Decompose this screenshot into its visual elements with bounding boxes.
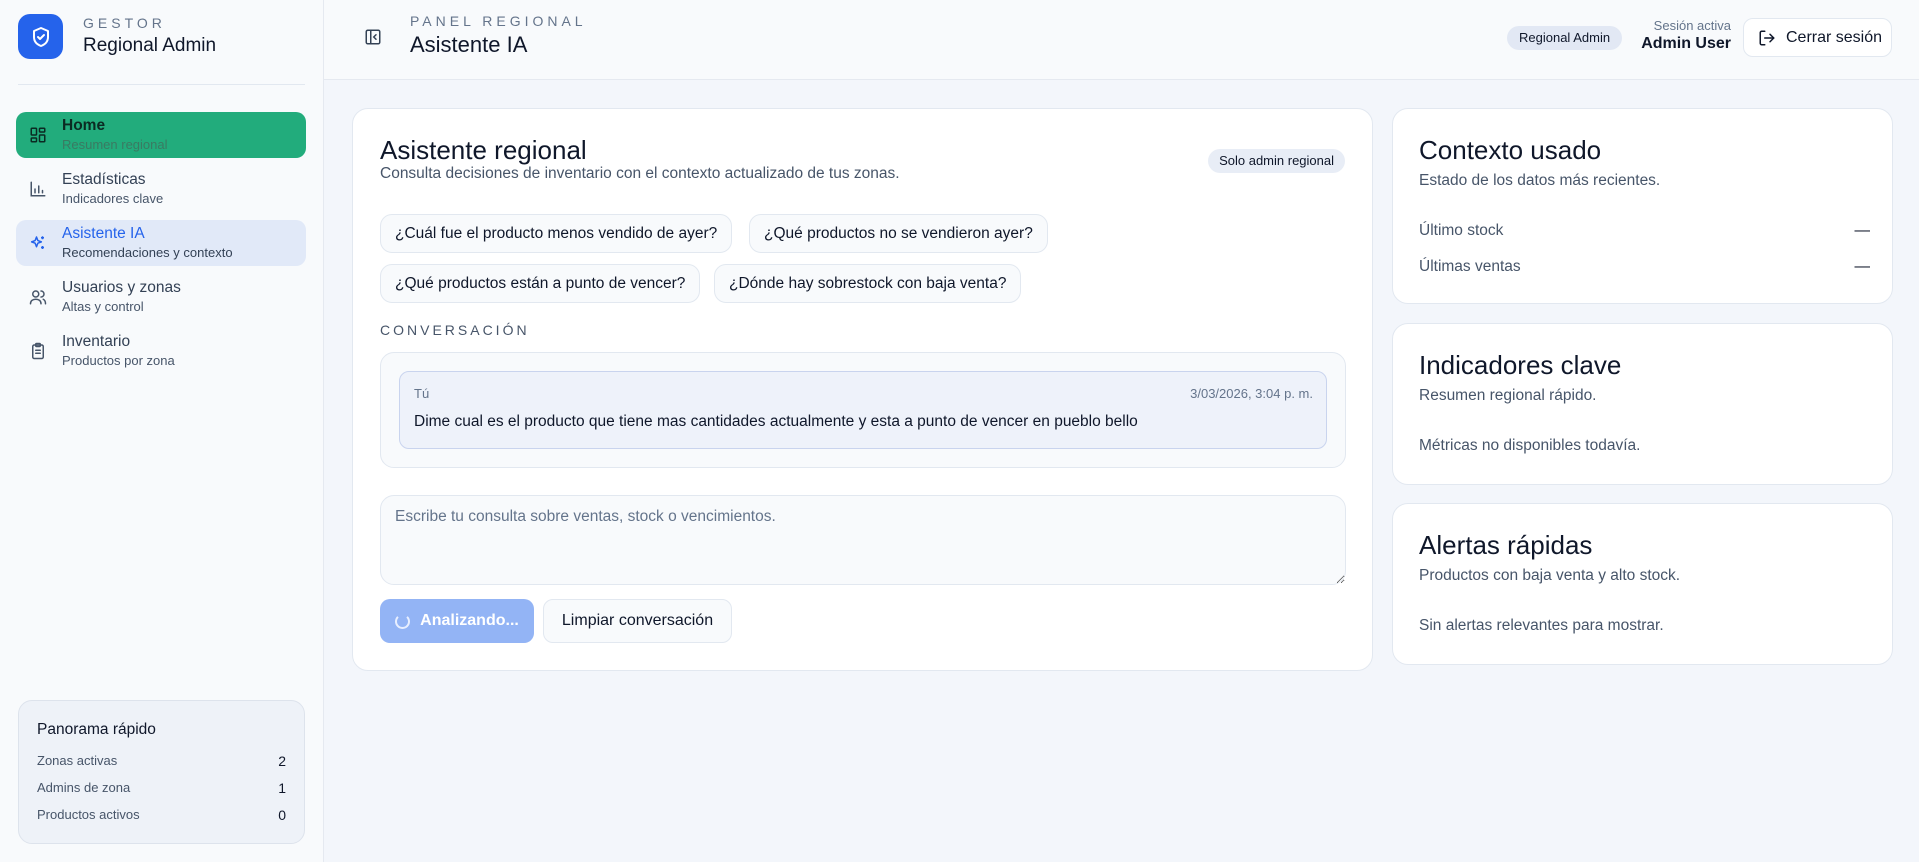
panorama-row: Admins de zona 1 [37, 780, 286, 807]
analyze-button[interactable]: Analizando... [380, 599, 534, 643]
context-card: Contexto usado Estado de los datos más r… [1392, 108, 1893, 304]
context-title: Contexto usado [1419, 135, 1602, 165]
shield-logo-icon [18, 14, 63, 59]
panorama-row: Zonas activas 2 [37, 753, 286, 780]
sidebar-item-subtitle: Recomendaciones y contexto [62, 245, 233, 260]
sidebar-item-title: Usuarios y zonas [62, 279, 181, 296]
indicators-subtitle: Resumen regional rápido. [1419, 387, 1597, 404]
sidebar-item-title: Inventario [62, 333, 131, 350]
session-label: Sesión activa [1653, 18, 1731, 33]
indicators-card: Indicadores clave Resumen regional rápid… [1392, 323, 1893, 485]
header-sup: PANEL REGIONAL [410, 13, 587, 29]
divider [18, 84, 305, 85]
suggestion-chip[interactable]: ¿Qué productos están a punto de vencer? [380, 264, 701, 303]
suggestion-chip[interactable]: ¿Dónde hay sobrestock con baja venta? [714, 264, 1022, 303]
sparkles-icon [30, 236, 44, 249]
sidebar-item-usuarios[interactable]: Usuarios y zonas Altas y control [16, 274, 306, 320]
alerts-subtitle: Productos con baja venta y alto stock. [1419, 567, 1681, 584]
logout-icon [1759, 30, 1775, 45]
context-value: — [1854, 258, 1871, 275]
panorama-value: 2 [278, 753, 286, 769]
clipboard-icon [32, 342, 44, 360]
suggestion-chip[interactable]: ¿Qué productos no se vendieron ayer? [749, 214, 1048, 253]
message-time: 3/03/2026, 3:04 p. m. [1190, 386, 1313, 401]
sidebar-item-title: Estadísticas [62, 171, 146, 188]
context-row: Último stock — [1419, 222, 1870, 240]
panorama-row: Productos activos 0 [37, 807, 286, 834]
sidebar-item-title: Asistente IA [62, 225, 145, 242]
sidebar-item-title: Home [62, 117, 106, 134]
alerts-note: Sin alertas relevantes para mostrar. [1419, 617, 1664, 634]
session-info: Sesión activa Admin User [1641, 18, 1731, 53]
spinner-icon [395, 613, 411, 629]
sidebar-item-subtitle: Altas y control [62, 299, 144, 314]
users-icon [29, 290, 47, 305]
dashboard-icon [30, 127, 46, 143]
sidebar-item-estadisticas[interactable]: Estadísticas Indicadores clave [16, 166, 306, 212]
panorama-label: Admins de zona [37, 780, 131, 795]
logout-button[interactable]: Cerrar sesión [1743, 18, 1892, 57]
assistant-subtitle: Consulta decisiones de inventario con el… [380, 165, 900, 182]
alerts-title: Alertas rápidas [1419, 530, 1593, 560]
bar-chart-icon [30, 181, 46, 197]
conversation-box: Tú 3/03/2026, 3:04 p. m. Dime cual es el… [380, 352, 1346, 468]
indicators-title: Indicadores clave [1419, 350, 1622, 380]
query-input[interactable] [380, 495, 1346, 585]
panorama-card: Panorama rápido Zonas activas 2 Admins d… [18, 700, 305, 844]
brand: GESTOR Regional Admin [18, 14, 216, 59]
panorama-label: Productos activos [37, 807, 140, 822]
sidebar-item-subtitle: Indicadores clave [62, 191, 164, 206]
context-subtitle: Estado de los datos más recientes. [1419, 172, 1661, 189]
user-message: Tú 3/03/2026, 3:04 p. m. Dime cual es el… [399, 371, 1327, 449]
sidebar-item-subtitle: Productos por zona [62, 353, 175, 368]
assistant-title: Asistente regional [380, 135, 587, 165]
page-title: Asistente IA [410, 32, 528, 57]
assistant-card: Asistente regional Consulta decisiones d… [352, 108, 1373, 671]
sidebar-item-inventario[interactable]: Inventario Productos por zona [16, 328, 306, 374]
indicators-note: Métricas no disponibles todavía. [1419, 437, 1641, 454]
message-author: Tú [414, 386, 430, 401]
brand-title: Regional Admin [83, 34, 217, 56]
panorama-title: Panorama rápido [37, 721, 156, 738]
session-user: Admin User [1641, 35, 1731, 52]
analyze-label: Analizando... [420, 612, 519, 629]
sidebar-item-asistente-ia[interactable]: Asistente IA Recomendaciones y contexto [16, 220, 306, 266]
panorama-label: Zonas activas [37, 753, 118, 768]
admin-only-badge: Solo admin regional [1208, 149, 1345, 173]
clear-conversation-button[interactable]: Limpiar conversación [543, 599, 732, 643]
sidebar: GESTOR Regional Admin Home Resumen regio… [0, 0, 324, 862]
panorama-value: 0 [278, 807, 286, 823]
sidebar-collapse-icon[interactable] [364, 28, 382, 46]
sidebar-item-home[interactable]: Home Resumen regional [16, 112, 306, 158]
message-text: Dime cual es el producto que tiene mas c… [414, 413, 1138, 430]
context-row: Últimas ventas — [1419, 258, 1870, 276]
logout-label: Cerrar sesión [1786, 28, 1883, 46]
suggestion-chip[interactable]: ¿Cuál fue el producto menos vendido de a… [380, 214, 733, 253]
top-header: PANEL REGIONAL Asistente IA Regional Adm… [324, 0, 1919, 80]
sidebar-nav: Home Resumen regional Estadísticas Indic… [16, 112, 306, 382]
panorama-value: 1 [278, 780, 286, 796]
alerts-card: Alertas rápidas Productos con baja venta… [1392, 503, 1893, 665]
brand-sup: GESTOR [83, 14, 166, 31]
sidebar-item-subtitle: Resumen regional [62, 137, 168, 152]
context-label: Último stock [1419, 222, 1504, 239]
conversation-label: CONVERSACIÓN [380, 322, 530, 338]
context-value: — [1854, 222, 1871, 239]
context-label: Últimas ventas [1419, 258, 1521, 275]
role-badge: Regional Admin [1507, 26, 1623, 50]
